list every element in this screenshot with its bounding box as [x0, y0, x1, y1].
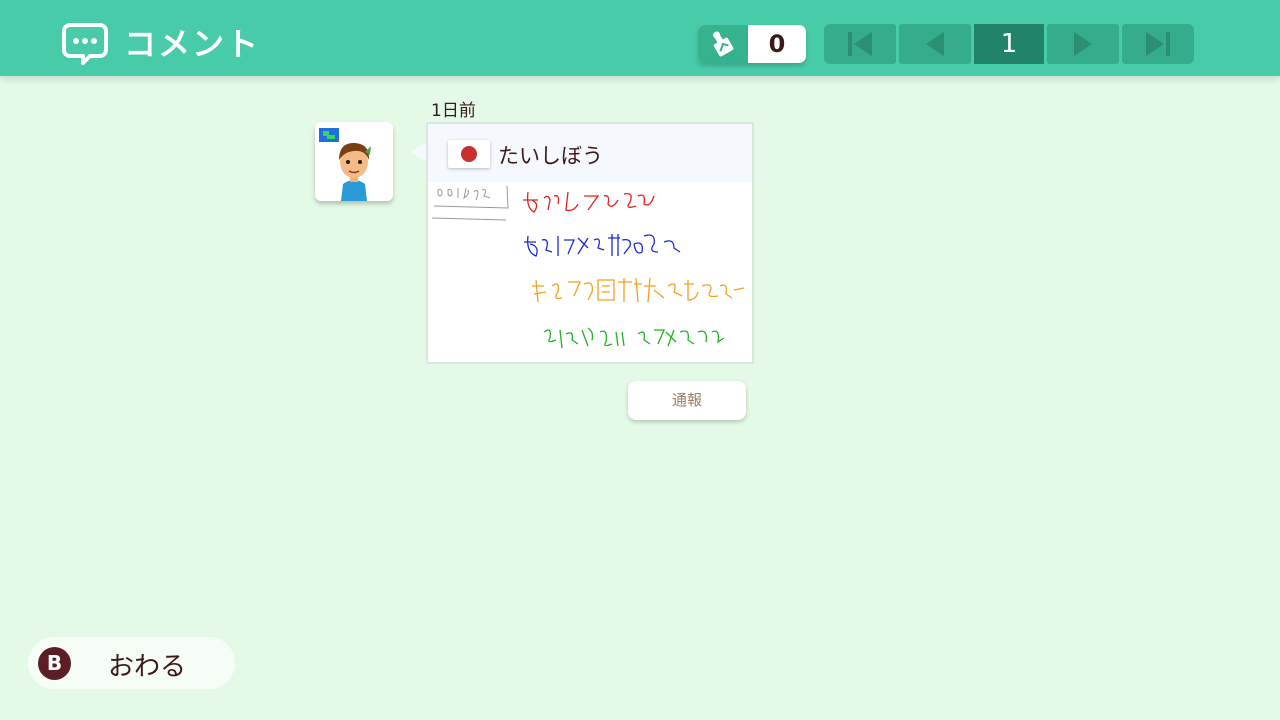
japan-flag-icon — [448, 140, 490, 168]
previous-page-button[interactable] — [899, 24, 971, 64]
skip-to-last-icon — [1146, 32, 1170, 56]
report-button[interactable]: 通報 — [628, 381, 746, 420]
comment-card: たいしぼう — [426, 122, 754, 364]
skip-to-first-icon — [848, 32, 872, 56]
last-page-button[interactable] — [1122, 24, 1194, 64]
b-button-icon: B — [38, 647, 71, 680]
current-page-indicator: 1 — [974, 24, 1044, 64]
handwritten-drawing — [431, 185, 745, 349]
speech-pointer — [411, 142, 427, 162]
triangle-right-icon — [1074, 32, 1092, 56]
comment-header: たいしぼう — [428, 124, 752, 182]
end-button[interactable]: B おわる — [28, 637, 235, 689]
next-page-button[interactable] — [1047, 24, 1119, 64]
mii-avatar — [319, 128, 371, 201]
end-label: おわる — [108, 652, 187, 682]
first-page-button[interactable] — [824, 24, 896, 64]
header-title-group: コメント — [62, 22, 260, 66]
stamp-icon — [713, 31, 734, 57]
pagination: 1 — [824, 24, 1194, 64]
comment-username: たいしぼう — [498, 144, 603, 168]
triangle-left-icon — [926, 32, 944, 56]
comment-bubble-icon — [62, 23, 108, 65]
top-bar: コメント 0 1 — [0, 0, 1280, 76]
stamp-counter[interactable]: 0 — [698, 25, 806, 63]
user-avatar-card[interactable] — [315, 122, 393, 201]
page-title: コメント — [124, 25, 261, 63]
comment-timestamp: 1日前 — [431, 101, 476, 121]
stamp-icon-box — [698, 25, 748, 63]
stamp-count: 0 — [768, 30, 786, 58]
